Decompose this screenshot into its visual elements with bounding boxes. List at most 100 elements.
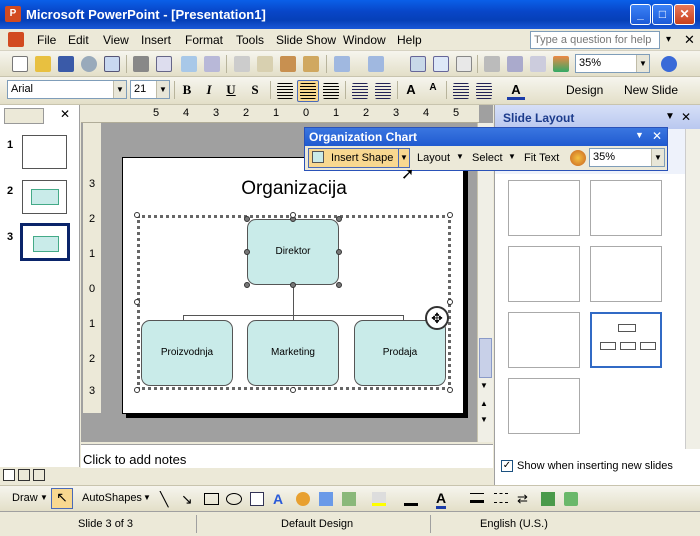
dash-style-icon[interactable]	[494, 493, 508, 503]
redo-icon[interactable]	[368, 56, 384, 72]
slide-thumbnail-1[interactable]	[22, 135, 67, 169]
paste-icon[interactable]	[280, 56, 296, 72]
design-button[interactable]: Design	[566, 83, 603, 97]
increase-indent-icon[interactable]	[476, 83, 492, 99]
insert-table-icon[interactable]	[433, 56, 449, 72]
line-color-icon[interactable]	[404, 492, 418, 506]
close-document-icon[interactable]: ✕	[684, 32, 695, 48]
next-slide-icon[interactable]: ▼	[480, 415, 488, 424]
slide-thumbnail-2[interactable]	[22, 180, 67, 214]
org-box-proizvodnja[interactable]: Proizvodnja	[141, 320, 233, 386]
diagram-icon[interactable]	[296, 492, 310, 506]
permission-icon[interactable]	[81, 56, 97, 72]
task-pane-scrollbar[interactable]	[685, 129, 700, 449]
scroll-down-icon[interactable]: ▼	[480, 381, 488, 390]
layout-title-diagram[interactable]	[589, 311, 663, 369]
sorter-view-icon[interactable]	[18, 469, 30, 481]
slideshow-view-icon[interactable]	[33, 469, 45, 481]
close-task-pane-icon[interactable]: ✕	[681, 110, 691, 124]
cut-icon[interactable]	[234, 56, 250, 72]
fit-text-button[interactable]: Fit Text	[524, 152, 559, 164]
align-left-icon[interactable]	[277, 83, 293, 99]
rectangle-icon[interactable]	[204, 493, 219, 505]
color-grayscale-icon[interactable]	[553, 56, 569, 72]
document-icon[interactable]	[8, 32, 24, 47]
new-icon[interactable]	[12, 56, 28, 72]
normal-view-icon[interactable]	[3, 469, 15, 481]
numbering-icon[interactable]	[352, 83, 368, 99]
new-slide-button[interactable]: New Slide	[624, 83, 678, 97]
font-color-icon[interactable]: A	[507, 82, 525, 100]
layout-menu[interactable]: Layout	[417, 152, 450, 164]
close-toolbar-icon[interactable]: ✕	[652, 129, 662, 143]
arrow-icon[interactable]: ↘	[181, 491, 193, 508]
expand-all-icon[interactable]	[484, 56, 500, 72]
org-box-marketing[interactable]: Marketing	[247, 320, 339, 386]
bullets-icon[interactable]	[375, 83, 391, 99]
select-menu[interactable]: Select	[472, 152, 503, 164]
layout-title-clipart-text[interactable]	[590, 246, 662, 302]
textbox-icon[interactable]	[250, 492, 264, 506]
close-pane-icon[interactable]: ✕	[60, 107, 70, 121]
italic-button[interactable]: I	[200, 82, 218, 98]
chevron-down-icon[interactable]: ▼	[113, 81, 126, 98]
copy-icon[interactable]	[257, 56, 273, 72]
chevron-down-icon[interactable]: ▼	[651, 149, 664, 166]
line-icon[interactable]: ╲	[160, 491, 168, 508]
font-color-icon[interactable]: A	[436, 490, 447, 509]
3d-style-icon[interactable]	[564, 492, 578, 506]
arrow-style-icon[interactable]: ⇄	[517, 491, 528, 507]
previous-slide-icon[interactable]: ▲	[480, 399, 488, 408]
org-box-prodaja[interactable]: Prodaja	[354, 320, 446, 386]
open-icon[interactable]	[35, 56, 51, 72]
layout-title-text-clipart[interactable]	[508, 246, 580, 302]
decrease-indent-icon[interactable]	[453, 83, 469, 99]
menu-help[interactable]: Help	[397, 33, 422, 47]
layout-title-chart-text[interactable]	[590, 180, 662, 236]
menu-window[interactable]: Window	[343, 33, 386, 47]
print-icon[interactable]	[133, 56, 149, 72]
email-icon[interactable]	[104, 56, 120, 72]
menu-tools[interactable]: Tools	[236, 33, 264, 47]
select-objects-button[interactable]: ↖	[51, 488, 73, 509]
slide-thumbnail-3[interactable]	[20, 223, 70, 261]
decrease-font-icon[interactable]: A	[424, 82, 442, 93]
save-icon[interactable]	[58, 56, 74, 72]
wordart-icon[interactable]: A	[273, 491, 283, 507]
fill-color-icon[interactable]	[372, 492, 386, 506]
scroll-thumb[interactable]	[479, 338, 492, 378]
help-icon[interactable]	[661, 56, 677, 72]
help-search-input[interactable]: Type a question for help	[530, 31, 660, 49]
shadow-style-icon[interactable]	[541, 492, 555, 506]
org-box-director[interactable]: Direktor	[247, 219, 339, 285]
increase-font-icon[interactable]: A	[402, 82, 420, 97]
menu-insert[interactable]: Insert	[141, 33, 171, 47]
underline-button[interactable]: U	[222, 82, 240, 98]
maximize-button[interactable]: □	[652, 4, 673, 25]
show-formatting-icon[interactable]	[507, 56, 523, 72]
format-painter-icon[interactable]	[303, 56, 319, 72]
line-style-icon[interactable]	[470, 493, 484, 503]
spelling-icon[interactable]	[181, 56, 197, 72]
help-dropdown-icon[interactable]: ▾	[666, 34, 671, 45]
clipart-icon[interactable]	[319, 492, 333, 506]
undo-icon[interactable]	[334, 56, 350, 72]
font-size-combo[interactable]: 21 ▼	[130, 80, 170, 99]
chevron-down-icon[interactable]: ▼	[636, 55, 649, 72]
close-button[interactable]: ✕	[674, 4, 695, 25]
insert-chart-icon[interactable]	[410, 56, 426, 72]
research-icon[interactable]	[204, 56, 220, 72]
menu-file[interactable]: File	[37, 33, 56, 47]
picture-icon[interactable]	[342, 492, 356, 506]
outline-slides-tabs[interactable]	[4, 108, 44, 124]
notes-pane[interactable]: Click to add notes	[81, 444, 493, 468]
autoformat-icon[interactable]	[570, 150, 586, 166]
tables-borders-icon[interactable]	[456, 56, 472, 72]
autoshapes-menu[interactable]: AutoShapes	[82, 492, 142, 504]
menu-format[interactable]: Format	[185, 33, 223, 47]
layout-title-chart[interactable]	[508, 378, 580, 434]
dropdown-icon[interactable]: ▼	[665, 111, 675, 122]
chevron-down-icon[interactable]: ▼	[156, 81, 169, 98]
layout-title-text-chart[interactable]	[508, 180, 580, 236]
bold-button[interactable]: B	[178, 82, 196, 98]
